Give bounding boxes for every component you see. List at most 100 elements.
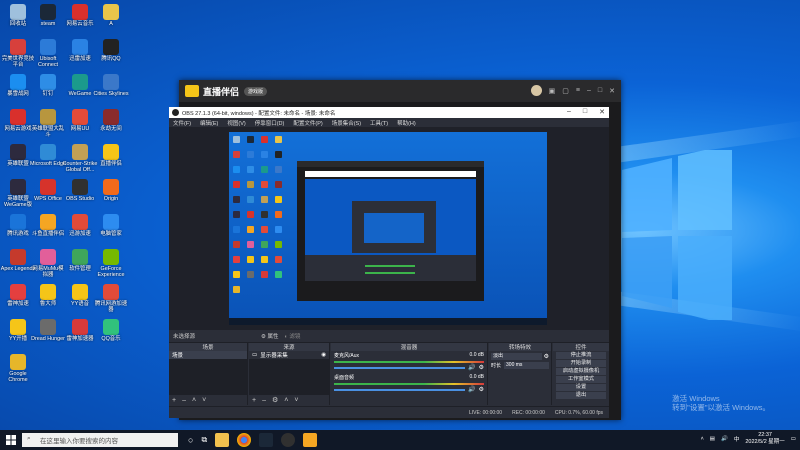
- preview-desktop-icon: [261, 136, 268, 143]
- desktop-icon[interactable]: 腾讯网游加速器: [93, 284, 129, 313]
- menu-icon[interactable]: ≡: [576, 87, 580, 94]
- volume-icon[interactable]: 🔊: [721, 436, 728, 442]
- desktop-icon[interactable]: 电脑管家: [93, 214, 129, 237]
- close-icon[interactable]: ✕: [599, 108, 605, 116]
- down-icon[interactable]: ˅: [202, 397, 206, 404]
- studio-mode-button[interactable]: 工作室模式: [556, 376, 606, 383]
- menu-help[interactable]: 帮助(H): [397, 119, 416, 127]
- menu-file[interactable]: 文件(F): [173, 119, 191, 127]
- remove-icon[interactable]: –: [262, 397, 266, 404]
- desktop-icon[interactable]: Dread Hunger: [30, 319, 66, 342]
- desktop-icon[interactable]: 直播伴侣: [93, 144, 129, 167]
- obs-menubar: 文件(F) 编辑(E) 视图(V) 停靠窗口(D) 配置文件(P) 场景集合(S…: [169, 118, 609, 127]
- minimize-icon[interactable]: –: [587, 87, 591, 94]
- file-explorer-icon[interactable]: [215, 433, 230, 447]
- scene-item[interactable]: 场景: [169, 351, 247, 359]
- transition-select[interactable]: 淡出: [491, 353, 542, 360]
- speaker-icon[interactable]: 🔊: [468, 386, 475, 393]
- up-icon[interactable]: ˄: [284, 397, 288, 404]
- desktop-icon[interactable]: WPS Office: [30, 179, 66, 202]
- desktop-icon-label: 英雄联盟大乱斗: [31, 126, 65, 138]
- maximize-icon[interactable]: □: [598, 87, 602, 94]
- avatar[interactable]: [530, 85, 542, 96]
- assistant-badge[interactable]: 游戏版: [244, 86, 268, 96]
- visibility-icon[interactable]: ◉: [321, 352, 326, 358]
- desktop-icon[interactable]: 斗鱼直播伴侣: [30, 214, 66, 237]
- desktop-icon[interactable]: Microsoft Edge: [30, 144, 66, 167]
- message-icon[interactable]: ▢: [562, 87, 569, 95]
- minimize-icon[interactable]: –: [567, 108, 571, 116]
- desktop-icon[interactable]: Ubisoft Connect: [30, 39, 66, 68]
- desktop-icon[interactable]: 永劫无间: [93, 109, 129, 132]
- activation-watermark: 激活 Windows 转到"设置"以激活 Windows。: [672, 394, 770, 412]
- cortana-icon[interactable]: ○: [188, 435, 193, 445]
- desktop-icon-label: 腾讯网游加速器: [94, 301, 128, 313]
- desktop-icon[interactable]: steam: [30, 4, 66, 27]
- notification-icon[interactable]: ▭: [791, 436, 796, 442]
- menu-edit[interactable]: 编辑(E): [200, 119, 218, 127]
- desktop-icon[interactable]: 鲁大师: [30, 284, 66, 307]
- menu-scene-collection[interactable]: 场景集合(S): [332, 119, 361, 127]
- settings-icon[interactable]: ⚙: [272, 396, 278, 404]
- windows-logo: [622, 150, 732, 320]
- app-icon: [72, 144, 88, 160]
- source-item[interactable]: ▭ 显示器采集 ◉: [249, 351, 329, 359]
- preview-canvas[interactable]: [229, 132, 547, 325]
- desktop-icon[interactable]: 网易MuMu模拟器: [30, 249, 66, 278]
- volume-slider[interactable]: [334, 366, 466, 369]
- task-view-icon[interactable]: ⧉: [201, 435, 207, 445]
- remove-icon[interactable]: –: [182, 397, 186, 404]
- menu-tools[interactable]: 工具(T): [370, 119, 388, 127]
- desktop-icon[interactable]: Cities Skylines: [93, 74, 129, 97]
- obs-titlebar[interactable]: OBS 27.1.3 (64-bit, windows) - 配置文件: 未命名…: [169, 107, 609, 118]
- tray-chevron-icon[interactable]: ˄: [701, 436, 704, 442]
- network-icon[interactable]: ▤: [710, 436, 715, 442]
- search-box[interactable]: ⌕ 在这里输入你要搜索的内容: [22, 433, 178, 447]
- desktop-icon-label: A: [109, 21, 113, 27]
- volume-slider[interactable]: [334, 388, 466, 391]
- menu-docks[interactable]: 停靠窗口(D): [255, 119, 285, 127]
- settings-icon[interactable]: ⚙: [479, 386, 484, 393]
- properties-button[interactable]: ⚙ 属性: [261, 332, 278, 340]
- menu-view[interactable]: 视图(V): [227, 119, 245, 127]
- no-source-label: 未选择源: [173, 334, 196, 340]
- exit-button[interactable]: 退出: [556, 392, 606, 399]
- preview-desktop-icon: [275, 181, 282, 188]
- start-recording-button[interactable]: 开始录制: [556, 360, 606, 367]
- desktop-icon[interactable]: GeForce Experience: [93, 249, 129, 278]
- clock[interactable]: 22:37 2022/5/2 星期一: [745, 432, 784, 446]
- maximize-icon[interactable]: □: [583, 108, 587, 116]
- add-icon[interactable]: +: [252, 397, 256, 404]
- track-db: 0.0 dB: [469, 352, 484, 358]
- preview-desktop-icon: [275, 166, 282, 173]
- virtual-camera-button[interactable]: 启动虚拟摄像机: [556, 368, 606, 375]
- assistant-titlebar[interactable]: 直播伴侣 游戏版 ▣ ▢ ≡ – □ ✕: [179, 80, 621, 102]
- up-icon[interactable]: ˄: [192, 397, 196, 404]
- settings-icon[interactable]: ⚙: [544, 353, 549, 360]
- desktop-icon[interactable]: 腾讯QQ: [93, 39, 129, 62]
- desktop-icon[interactable]: Origin: [93, 179, 129, 202]
- stop-streaming-button[interactable]: 停止推流: [556, 352, 606, 359]
- desktop-icon[interactable]: 钉钉: [30, 74, 66, 97]
- desktop-icon[interactable]: 英雄联盟大乱斗: [30, 109, 66, 138]
- chrome-icon[interactable]: [237, 433, 252, 447]
- ime-indicator[interactable]: 中: [734, 435, 740, 443]
- desktop-icon[interactable]: Google Chrome: [0, 354, 36, 383]
- settings-icon[interactable]: ⚙: [479, 364, 484, 371]
- obs-window[interactable]: OBS 27.1.3 (64-bit, windows) - 配置文件: 未命名…: [169, 107, 609, 418]
- obs-icon[interactable]: [281, 433, 296, 447]
- duration-input[interactable]: 300 ms: [504, 362, 549, 369]
- speaker-icon[interactable]: 🔊: [468, 364, 475, 371]
- desktop-icon[interactable]: A: [93, 4, 129, 27]
- close-icon[interactable]: ✕: [609, 87, 615, 95]
- skin-icon[interactable]: ▣: [549, 87, 556, 95]
- down-icon[interactable]: ˅: [294, 397, 298, 404]
- start-button[interactable]: [0, 430, 22, 450]
- add-icon[interactable]: +: [172, 397, 176, 404]
- filters-button[interactable]: ◐ 滤镜: [285, 332, 301, 340]
- steam-icon[interactable]: [259, 433, 274, 447]
- live-assistant-icon[interactable]: [303, 433, 318, 447]
- menu-profile[interactable]: 配置文件(P): [293, 119, 322, 127]
- desktop-icon[interactable]: QQ音乐: [93, 319, 129, 342]
- settings-button[interactable]: 设置: [556, 384, 606, 391]
